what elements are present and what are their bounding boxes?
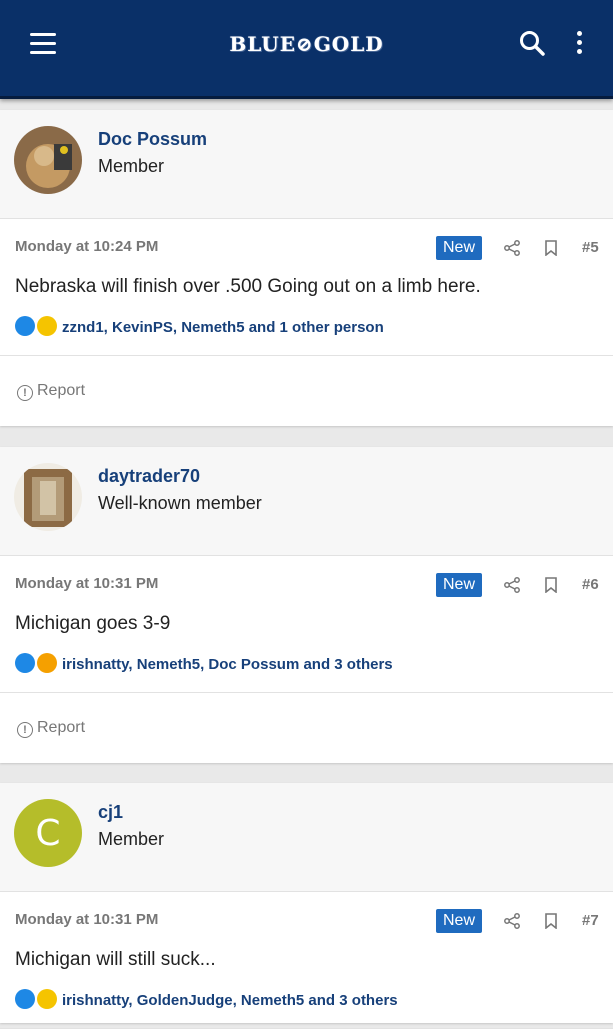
post-footer: ! Report	[0, 356, 613, 426]
post-number[interactable]: #5	[582, 239, 599, 256]
bookmark-icon[interactable]	[545, 240, 557, 256]
laugh-reaction-icon	[37, 316, 57, 336]
avatar-letter: C	[35, 813, 60, 854]
post-message: Michigan goes 3-9	[15, 613, 171, 634]
user-avatar[interactable]	[14, 463, 82, 531]
post-number[interactable]: #7	[582, 912, 599, 929]
post-body: Monday at 10:31 PM New #7 Michigan will …	[0, 892, 613, 1029]
kebab-menu-icon[interactable]	[572, 31, 586, 57]
top-bar: BLUE⊘GOLD	[0, 0, 613, 99]
post-message: Michigan will still suck...	[15, 949, 216, 970]
love-reaction-icon	[37, 653, 57, 673]
bookmark-icon[interactable]	[545, 913, 557, 929]
reaction-users[interactable]: zznd1, KevinPS, Nemeth5 and 1 other pers…	[62, 319, 384, 336]
username[interactable]: Doc Possum	[98, 129, 207, 150]
like-reaction-icon	[15, 316, 35, 336]
reaction-users[interactable]: irishnatty, Nemeth5, Doc Possum and 3 ot…	[62, 656, 393, 673]
new-badge: New	[436, 236, 482, 260]
post-footer: ! Report	[0, 693, 613, 763]
post-date[interactable]: Monday at 10:24 PM	[15, 238, 158, 255]
laugh-reaction-icon	[37, 989, 57, 1009]
share-icon[interactable]	[504, 913, 520, 929]
post-5: Doc Possum Member Monday at 10:24 PM New…	[0, 110, 613, 426]
post-6: daytrader70 Well-known member Monday at …	[0, 447, 613, 763]
username[interactable]: daytrader70	[98, 466, 200, 487]
new-badge: New	[436, 909, 482, 933]
alert-icon: !	[17, 385, 33, 401]
like-reaction-icon	[15, 989, 35, 1009]
user-title: Member	[98, 156, 165, 176]
post-date[interactable]: Monday at 10:31 PM	[15, 575, 158, 592]
report-label: Report	[37, 382, 86, 399]
user-title: Well-known member	[98, 493, 262, 513]
post-body: Monday at 10:31 PM New #6 Michigan goes …	[0, 556, 613, 693]
new-badge: New	[436, 573, 482, 597]
report-button[interactable]: ! Report	[17, 382, 85, 401]
like-reaction-icon	[15, 653, 35, 673]
post-date[interactable]: Monday at 10:31 PM	[15, 911, 158, 928]
post-body: Monday at 10:24 PM New #5 Nebraska will …	[0, 219, 613, 356]
post-author-block: daytrader70 Well-known member	[0, 447, 613, 556]
user-title: Member	[98, 829, 165, 849]
post-author-block: C cj1 Member	[0, 783, 613, 892]
report-label: Report	[37, 719, 86, 736]
post-7: C cj1 Member Monday at 10:31 PM New #7 M…	[0, 783, 613, 1029]
report-button[interactable]: ! Report	[17, 719, 85, 738]
share-icon[interactable]	[504, 577, 520, 593]
search-icon[interactable]	[519, 30, 545, 56]
username[interactable]: cj1	[98, 802, 123, 823]
user-avatar[interactable]	[14, 126, 82, 194]
post-author-block: Doc Possum Member	[0, 110, 613, 219]
alert-icon: !	[17, 722, 33, 738]
post-message: Nebraska will finish over .500 Going out…	[15, 276, 481, 297]
reaction-users[interactable]: irishnatty, GoldenJudge, Nemeth5 and 3 o…	[62, 992, 398, 1009]
bookmark-icon[interactable]	[545, 577, 557, 593]
share-icon[interactable]	[504, 240, 520, 256]
post-number[interactable]: #6	[582, 576, 599, 593]
user-avatar[interactable]: C	[14, 799, 82, 867]
